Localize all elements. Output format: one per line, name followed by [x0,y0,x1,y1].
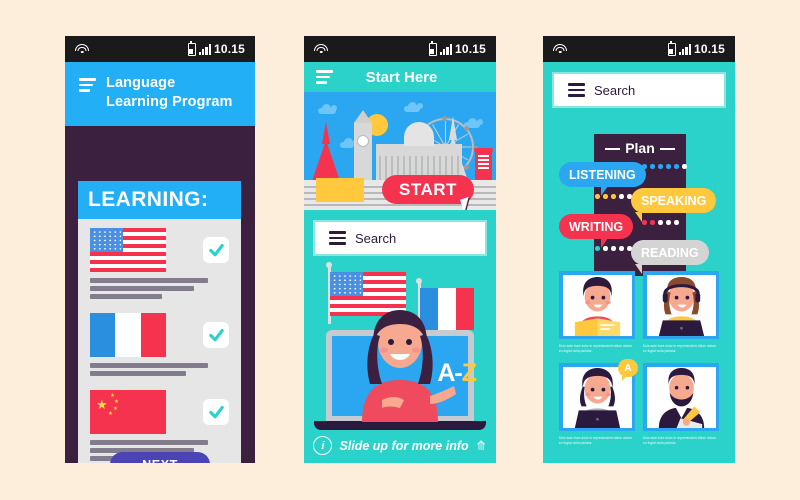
avatar [643,363,719,431]
skill-dots-writing [642,220,679,225]
next-button[interactable]: NEXT [110,452,210,463]
slide-up-hint[interactable]: i Slide up for more info ⤊ [304,436,496,455]
hamburger-menu-icon[interactable] [79,74,96,92]
plan-title-text: Plan [625,140,655,156]
battery-icon [667,40,676,56]
status-bar: 10.15 [543,36,735,62]
signal-bars-icon [198,44,211,55]
wifi-icon [75,43,89,55]
card-caption-text: Duis aute irure dolor in reprehenderit c… [559,344,633,354]
app-header: Start Here [304,62,496,92]
chevron-up-icon: ⤊ [475,437,487,453]
phone-screen-start-here: 10.15 Start Here START Search A-Z i Slid… [304,36,496,463]
card-caption-text: Duis aute irure dolor in reprehenderit c… [643,436,717,446]
skill-bubble-reading[interactable]: READING [631,240,709,265]
avatar [559,271,635,339]
fr-flag-icon [90,313,166,357]
list-item[interactable]: A Duis aute irure dolor in reprehenderit… [559,359,638,445]
az-yellow-part: Z [461,359,477,387]
plan-title: Plan [594,140,686,156]
city-hero-illustration: START [304,92,496,210]
status-time: 10.15 [693,42,725,56]
skill-dots-listening [642,164,687,169]
search-input[interactable]: Search [554,74,724,106]
phone-screen-learning: 10.15 Language Learning Program LEARNING… [65,36,255,463]
page-title: Language Learning Program [106,75,233,111]
checkmark-icon[interactable] [203,322,229,348]
list-item[interactable]: Duis aute irure dolor in reprehenderit c… [559,271,635,353]
battery-icon [187,40,196,56]
teacher-writing [658,367,704,428]
poster-canvas: 10.15 Language Learning Program LEARNING… [0,0,800,500]
hamburger-menu-icon[interactable] [316,70,333,84]
card-caption-text: Duis aute irure dolor in reprehenderit c… [559,436,633,446]
skill-label: LISTENING [569,167,636,182]
laptop-base [314,421,486,430]
us-flag-icon [90,228,166,272]
dash-right [659,148,675,151]
eiffel-tower-icon [310,122,342,184]
phone-screen-plan: 10.15 Search Plan LISTENING SPEAKING WRI… [543,36,735,463]
list-item[interactable]: ★ ★ ★ ★ ★ [78,381,241,463]
status-badge: A [618,359,638,381]
list-item[interactable]: Duis aute irure dolor in reprehenderit c… [643,363,719,445]
status-bar-right: 10.15 [428,40,486,56]
big-ben-icon [354,110,372,184]
wifi-icon [314,43,328,55]
skill-label: WRITING [569,219,624,234]
page-title: Start Here [365,68,438,86]
cloud-icon [340,138,359,148]
info-icon: i [313,436,333,455]
cloud-icon [318,104,337,114]
student-reading-book [574,276,620,336]
status-bar-right: 10.15 [187,40,245,56]
skill-label: SPEAKING [641,193,707,208]
search-input[interactable]: Search [315,222,485,254]
learning-card-header: LEARNING: [78,181,241,219]
bubble-tail [635,212,642,222]
checkmark-icon[interactable] [203,237,229,263]
skill-bubble-speaking[interactable]: SPEAKING [631,188,717,213]
signal-bars-icon [439,44,452,55]
status-time: 10.15 [454,42,486,56]
cn-flag-icon: ★ ★ ★ ★ ★ [90,390,166,434]
list-item[interactable]: Duis aute irure dolor in reprehenderit c… [643,271,719,353]
status-bar: 10.15 [304,36,496,62]
yellow-placeholder-block [316,178,364,202]
skill-label: READING [641,245,699,260]
status-bar-right: 10.15 [667,40,725,56]
status-time: 10.15 [213,42,245,56]
avatar [643,271,719,339]
list-item[interactable] [78,304,241,381]
item-text-lines [90,363,241,376]
battery-icon [428,40,437,56]
teacher-avatar [362,310,456,422]
learning-card: LEARNING: ★ ★ ★ ★ ★ [78,181,241,463]
checkmark-icon[interactable] [203,399,229,425]
hamburger-menu-icon[interactable] [568,83,585,97]
list-item[interactable] [78,219,241,304]
search-placeholder: Search [594,82,636,98]
search-placeholder: Search [355,230,397,246]
skill-bubble-writing[interactable]: WRITING [559,214,634,239]
learning-card-title: LEARNING: [88,188,209,211]
skill-bubble-listening[interactable]: LISTENING [559,162,646,187]
app-header: Language Learning Program [65,62,255,127]
cloud-icon [404,102,423,112]
student-with-headphones-laptop [658,276,704,336]
bubble-tail [635,264,642,274]
item-text-lines [90,278,241,299]
bubble-tail [601,238,608,248]
card-caption-text: Duis aute irure dolor in reprehenderit c… [643,344,717,354]
dash-left [605,148,621,151]
status-bar: 10.15 [65,36,255,62]
wifi-icon [553,43,567,55]
signal-bars-icon [678,44,691,55]
slide-up-label: Slide up for more info [339,438,469,453]
bubble-tail [601,186,608,196]
hamburger-menu-icon[interactable] [329,231,346,245]
teacher-illustration: A-Z [304,260,496,448]
